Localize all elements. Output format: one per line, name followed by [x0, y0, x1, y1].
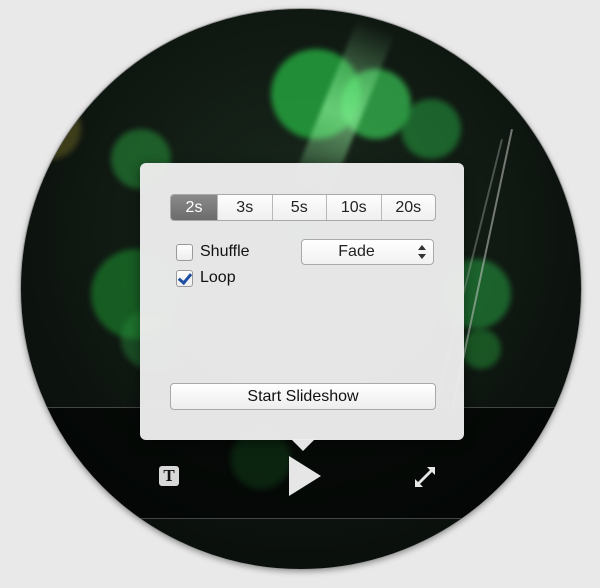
loop-label[interactable]: Loop: [200, 269, 236, 287]
play-icon[interactable]: [289, 456, 321, 496]
bokeh-light: [401, 99, 461, 159]
popover-arrow: [291, 439, 315, 451]
loop-row[interactable]: Loop: [176, 268, 236, 288]
up-down-arrows-icon: [418, 245, 426, 259]
start-slideshow-button[interactable]: Start Slideshow: [170, 383, 436, 410]
transition-select[interactable]: Fade: [301, 239, 434, 265]
loop-checkbox[interactable]: [176, 269, 193, 287]
duration-segmented-control[interactable]: 2s 3s 5s 10s 20s: [170, 194, 436, 221]
duration-option-5s[interactable]: 5s: [271, 195, 327, 220]
shuffle-label[interactable]: Shuffle: [200, 243, 250, 261]
transition-select-value: Fade: [338, 243, 375, 260]
text-icon[interactable]: T: [159, 466, 179, 486]
duration-option-2s[interactable]: 2s: [171, 195, 217, 220]
shuffle-checkbox[interactable]: [176, 243, 193, 261]
fullscreen-icon[interactable]: [412, 464, 438, 490]
duration-option-3s[interactable]: 3s: [217, 195, 272, 220]
duration-option-20s[interactable]: 20s: [380, 195, 436, 220]
duration-option-10s[interactable]: 10s: [326, 195, 381, 220]
slideshow-popover: 2s 3s 5s 10s 20s Shuffle Loop Fade Start Sli…: [140, 163, 464, 451]
bokeh-light: [21, 99, 81, 159]
shuffle-row[interactable]: Shuffle: [176, 242, 250, 262]
